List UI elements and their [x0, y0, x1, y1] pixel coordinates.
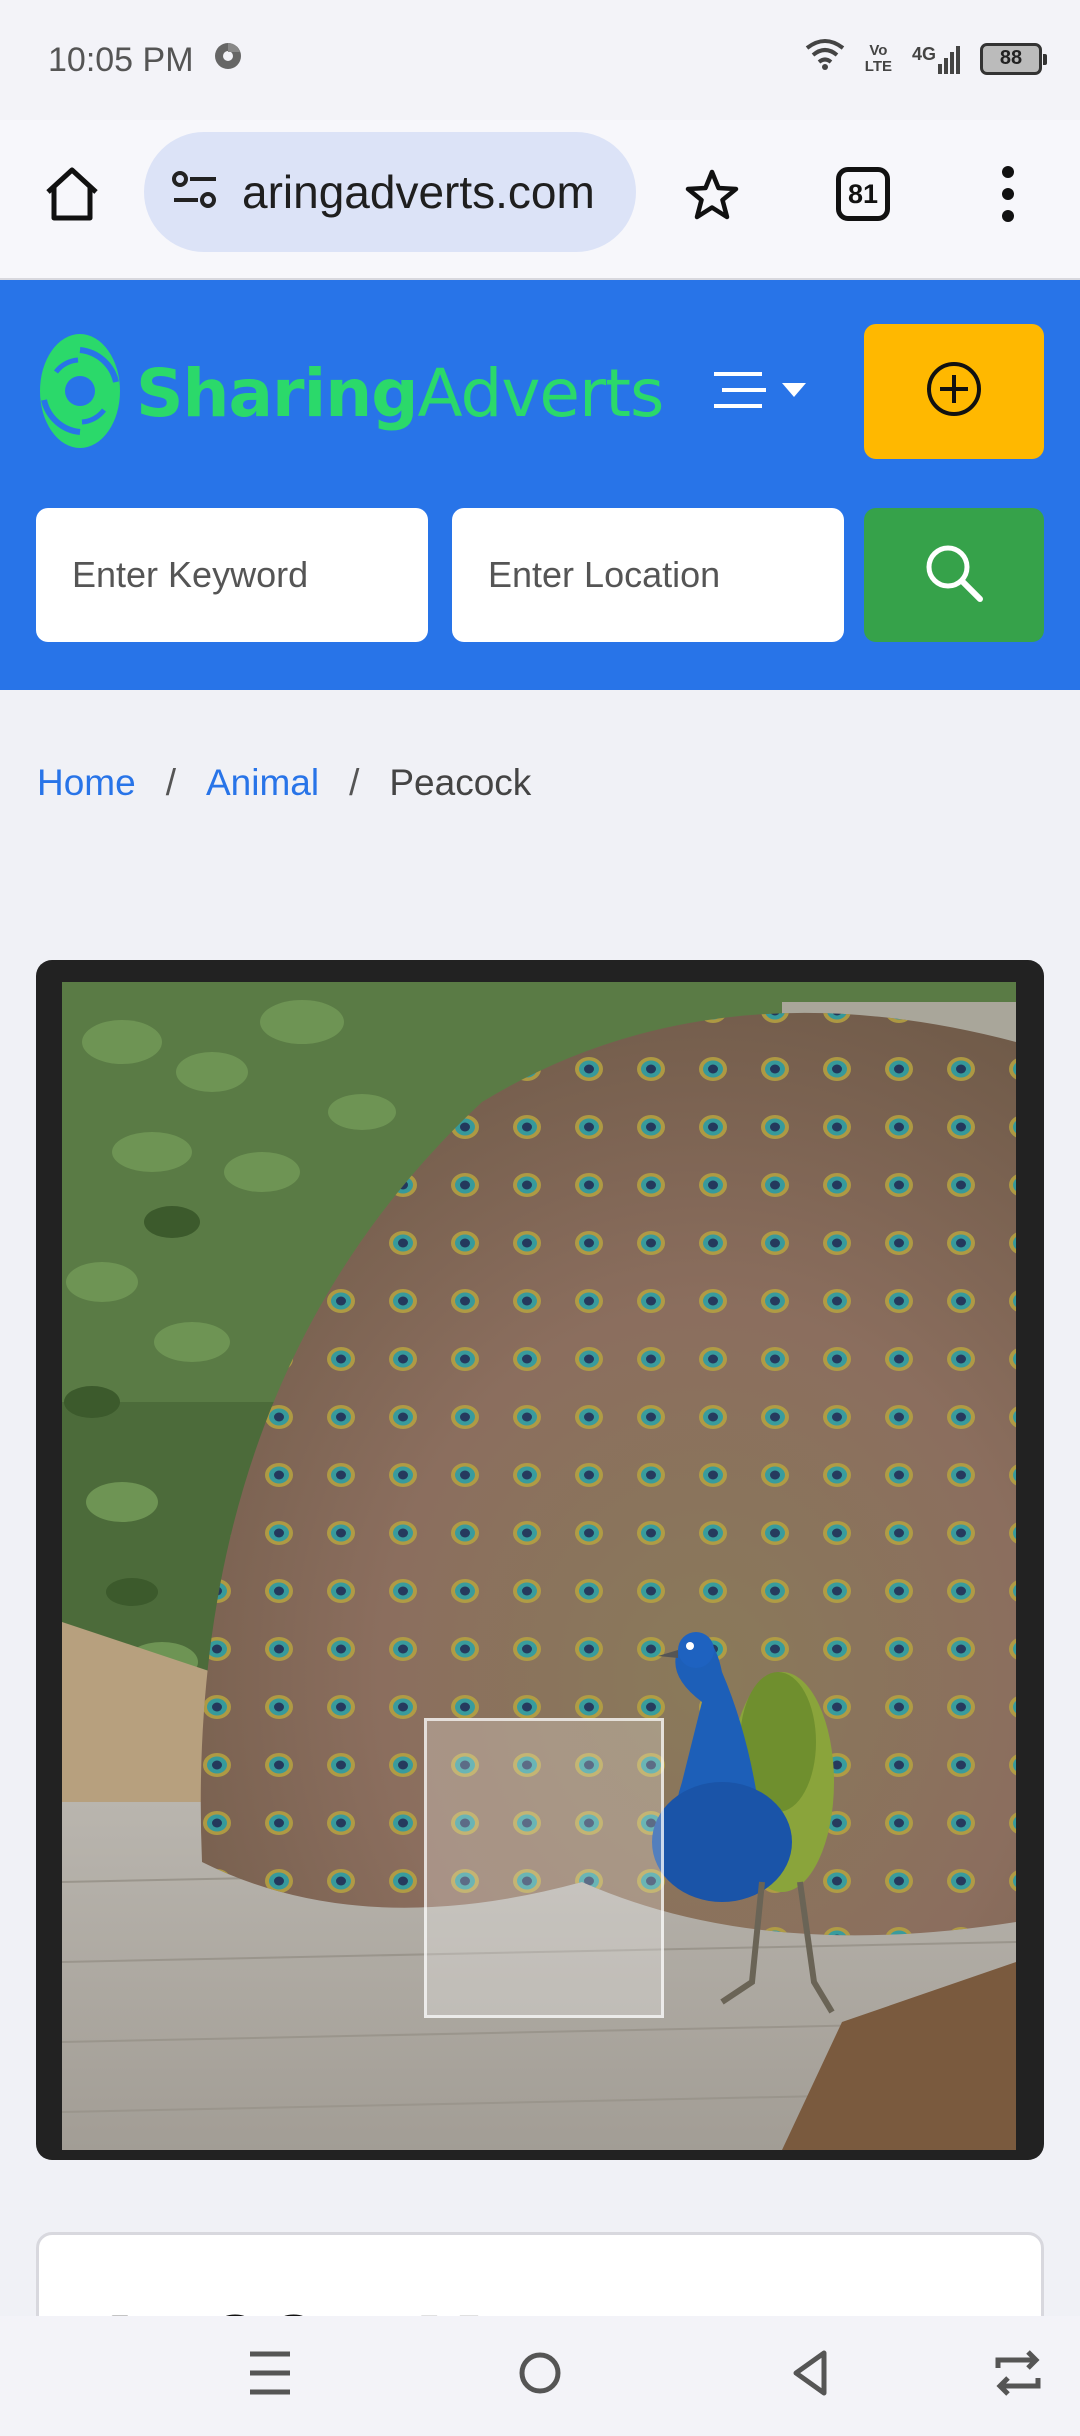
menu-lines-icon [712, 370, 768, 415]
battery-icon: 88 [980, 42, 1047, 75]
plus-circle-icon [925, 360, 983, 423]
keyword-input[interactable] [36, 508, 428, 642]
volte-indicator: Vo LTE [864, 41, 892, 75]
status-bar: 10:05 PM Vo LTE 4G 88 [0, 0, 1080, 120]
bookmark-star-icon[interactable] [684, 168, 740, 229]
breadcrumb: Home / Animal / Peacock [37, 762, 531, 804]
url-text: aringadverts.com [242, 166, 595, 218]
site-header: SharingAdverts [0, 280, 1080, 690]
address-bar[interactable]: aringadverts.com [144, 132, 636, 252]
breadcrumb-category[interactable]: Animal [206, 762, 319, 804]
breadcrumb-home[interactable]: Home [37, 762, 136, 804]
volte-bottom: LTE [864, 57, 892, 75]
rotate-screen-icon[interactable] [990, 2348, 1046, 2403]
home-icon[interactable] [40, 162, 104, 231]
browser-toolbar: aringadverts.com 81 [0, 120, 1080, 280]
search-icon [924, 543, 984, 608]
logo-text-adverts: Adverts [417, 355, 664, 432]
caret-down-icon [782, 382, 806, 402]
image-gallery[interactable] [36, 960, 1044, 2160]
wifi-icon [805, 38, 845, 79]
location-input[interactable] [452, 508, 844, 642]
status-indicators: Vo LTE 4G 88 [805, 38, 1047, 79]
logo-text-sharing: Sharing [136, 355, 418, 432]
more-options-icon[interactable] [996, 164, 1020, 229]
logo-text: SharingAdverts [136, 355, 664, 432]
chrome-notification-icon [212, 40, 244, 81]
recents-menu-icon[interactable] [248, 2348, 292, 2403]
breadcrumb-current: Peacock [389, 762, 532, 803]
tab-switcher-button[interactable]: 81 [836, 167, 890, 221]
home-circle-icon[interactable] [518, 2348, 562, 2403]
search-button[interactable] [864, 508, 1044, 642]
system-nav-bar [0, 2316, 1080, 2436]
site-settings-icon[interactable] [170, 168, 220, 217]
breadcrumb-separator: / [165, 762, 176, 803]
network-type: 4G [911, 43, 936, 64]
cellular-signal-icon: 4G [912, 44, 960, 74]
site-logo[interactable]: SharingAdverts [38, 332, 664, 455]
back-triangle-icon[interactable] [788, 2348, 832, 2403]
menu-toggle-button[interactable] [712, 362, 822, 422]
post-ad-button[interactable] [864, 324, 1044, 459]
zoom-lens[interactable] [424, 1718, 664, 2018]
volte-top: Vo [869, 41, 888, 59]
logo-mark-icon [38, 332, 122, 455]
status-time: 10:05 PM [48, 40, 194, 79]
breadcrumb-separator: / [349, 762, 360, 803]
